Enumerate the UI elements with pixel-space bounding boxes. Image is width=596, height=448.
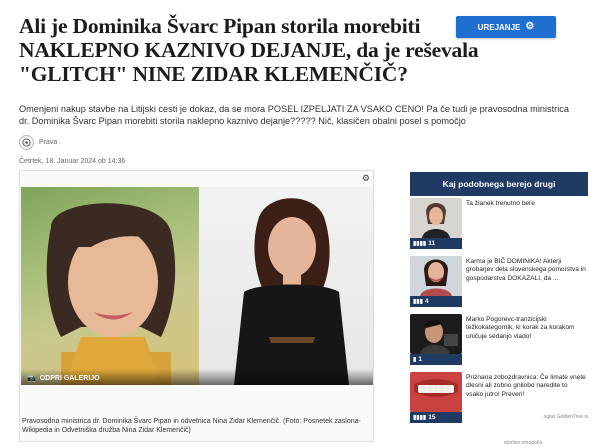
related-title[interactable]: Karma je BIČ DOMINIKA! Akterji grobarjev… (466, 258, 586, 283)
view-count-badge: ▮▮▮▮ 15 (410, 412, 462, 423)
open-gallery-label: ODPRI GALERIJO (39, 374, 100, 382)
view-count: 1 (418, 356, 422, 363)
edit-button[interactable]: UREJANJE ⚙ (456, 16, 556, 38)
readers-icon: ▮ (413, 357, 417, 363)
article-lead: Omenjeni nakup stavbe na Litijski cesti … (19, 104, 569, 126)
view-count-badge: ▮▮▮▮ 11 (410, 238, 462, 249)
readers-icon: ▮▮▮▮ (413, 415, 427, 421)
related-title[interactable]: Marko Pogorevc-tranzicijski težkokategor… (466, 316, 586, 341)
powered-by-note[interactable]: storitev omogoča (504, 440, 542, 446)
related-item[interactable]: Marko Pogorevc-tranzicijski težkokategor… (410, 314, 588, 370)
related-title[interactable]: Ta žlanek trenutno bere (466, 200, 586, 208)
photo-right-portrait (199, 187, 373, 385)
author-avatar (19, 135, 34, 150)
related-title[interactable]: Priznana zobozdravnica: Če limate vnete … (466, 374, 586, 399)
photo-caption: Pravosodna ministrica dr. Dominika Švarc… (22, 418, 361, 434)
author-line[interactable]: Prava . (19, 135, 61, 150)
related-item[interactable]: Karma je BIČ DOMINIKA! Akterji grobarjev… (410, 256, 588, 312)
related-sidebar: Kaj podobnega berejo drugi Ta žlanek tre… (410, 172, 588, 428)
related-thumbnail[interactable] (410, 198, 462, 238)
author-name[interactable]: Prava . (39, 139, 61, 146)
view-count: 11 (428, 240, 436, 247)
gear-icon: ⚙ (525, 21, 535, 32)
view-count: 15 (428, 414, 436, 421)
related-thumbnail[interactable] (410, 314, 462, 354)
readers-icon: ▮▮▮▮ (413, 241, 427, 247)
hero-photo[interactable]: 📷 ODPRI GALERIJO (21, 187, 373, 385)
open-gallery-link[interactable]: 📷 ODPRI GALERIJO (27, 374, 100, 383)
publish-date: Četrtek, 18. Januar 2024 ob 14:36 (19, 158, 126, 165)
readers-icon: ▮▮▮ (413, 299, 423, 305)
photo-left-portrait (21, 187, 199, 385)
related-thumbnail[interactable] (410, 256, 462, 296)
view-count-badge: ▮▮▮ 4 (410, 296, 462, 307)
camera-icon: 📷 (27, 375, 36, 382)
related-thumbnail[interactable] (410, 372, 462, 412)
edit-button-label: UREJANJE (477, 22, 521, 32)
related-item[interactable]: Ta žlanek trenutno bere ▮▮▮▮ 11 (410, 198, 588, 254)
hero-figure: ⚙ 📷 ODPRI GALERIJO Pravosodna ministrica… (19, 170, 374, 442)
author-logo-icon (22, 138, 31, 147)
view-count: 4 (424, 298, 429, 305)
sidebar-title: Kaj podobnega berejo drugi (410, 172, 588, 196)
view-count-badge: ▮ 1 (410, 354, 462, 365)
settings-gear-icon[interactable]: ⚙ (362, 173, 370, 184)
sponsor-note[interactable]: oglas GoldenTree.si (543, 414, 588, 420)
